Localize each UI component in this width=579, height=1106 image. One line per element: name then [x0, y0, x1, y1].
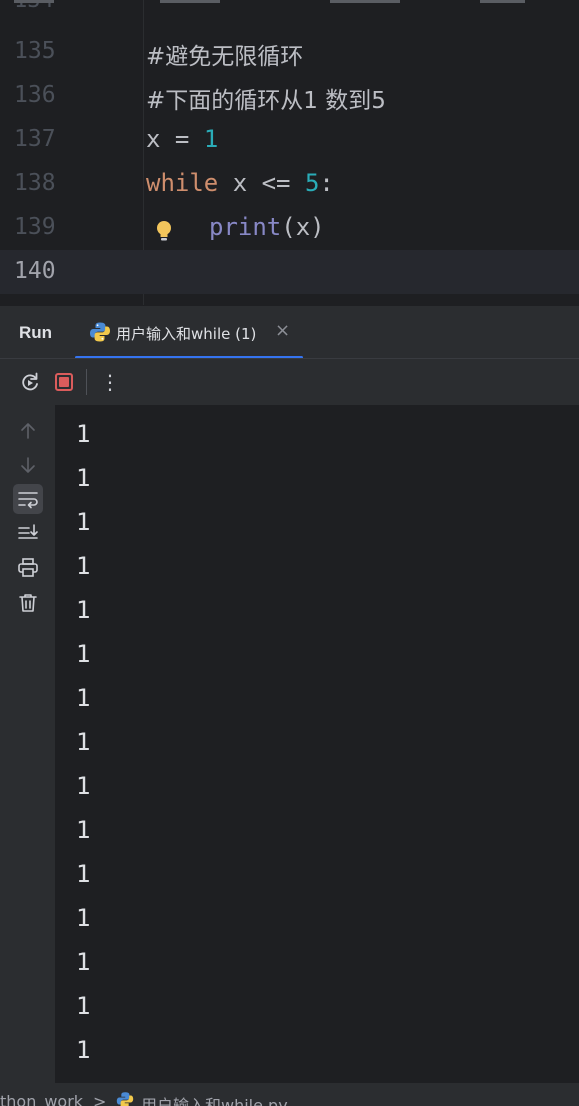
code-line[interactable]: 138 while x <= 5: [0, 162, 579, 206]
print-icon[interactable] [16, 556, 40, 580]
run-tool-window-header: Run 用户输入和while (1) × [0, 305, 579, 359]
console-output-line: 1 [76, 992, 91, 1020]
code-line-current[interactable]: 140 [0, 250, 579, 294]
code-statement: while x <= 5: [146, 169, 334, 197]
code-operator: = [160, 125, 204, 153]
soft-wrap-icon[interactable] [13, 484, 43, 514]
code-variable: x [146, 125, 161, 153]
console-output-line: 1 [76, 772, 91, 800]
breadcrumb-file[interactable]: 用户输入和while.py [141, 1092, 288, 1106]
console-output-line: 1 [76, 948, 91, 976]
console-output-line: 1 [76, 684, 91, 712]
code-keyword: while [146, 169, 219, 197]
console-output-line: 1 [76, 1036, 91, 1064]
code-line[interactable]: 139 print(x) [0, 206, 579, 250]
console-output-line: 1 [76, 640, 91, 668]
console-output[interactable]: 1 1 1 1 1 1 1 1 1 1 1 1 1 1 1 [55, 405, 579, 1083]
code-statement: print(x) [209, 213, 325, 241]
breadcrumb-separator: > [93, 1092, 107, 1106]
line-number: 135 [14, 38, 56, 64]
code-number: 5 [304, 169, 320, 197]
console-output-line: 1 [76, 596, 91, 624]
code-arguments: (x) [281, 213, 325, 241]
code-line[interactable]: 136 #下面的循环从1 数到5 [0, 74, 579, 118]
top-scroll-mark [14, 0, 54, 3]
toolbar-separator [86, 369, 87, 395]
code-editor[interactable]: 134 135 #避免无限循环 136 #下面的循环从1 数到5 137 x =… [0, 0, 579, 305]
breadcrumb-project[interactable]: thon_work [0, 1092, 83, 1106]
line-number: 139 [14, 214, 56, 240]
code-statement: x = 1 [146, 125, 218, 153]
line-number: 138 [14, 170, 56, 196]
console-output-line: 1 [76, 860, 91, 888]
run-panel-title: Run [19, 323, 53, 342]
code-line[interactable]: 135 #避免无限循环 [0, 30, 579, 74]
console-output-line: 1 [76, 904, 91, 932]
trash-icon[interactable] [16, 591, 40, 615]
code-comment: #避免无限循环 [146, 44, 304, 70]
arrow-up-icon[interactable] [16, 419, 40, 443]
top-scroll-mark [160, 0, 220, 3]
console-output-line: 1 [76, 464, 91, 492]
code-punctuation: : [319, 169, 334, 197]
code-builtin: print [209, 213, 282, 241]
python-icon [116, 1092, 134, 1106]
lightbulb-icon[interactable] [155, 219, 173, 243]
close-icon[interactable]: × [275, 320, 290, 341]
code-comment: #下面的循环从1 数到5 [146, 88, 386, 114]
console-output-line: 1 [76, 508, 91, 536]
code-condition: x <= [218, 169, 305, 197]
line-number: 136 [14, 82, 56, 108]
run-toolbar: ⋮ [0, 358, 579, 406]
python-icon [90, 322, 110, 342]
run-tab-label: 用户输入和while (1) [116, 325, 257, 343]
scroll-to-end-icon[interactable] [16, 521, 40, 545]
code-line[interactable]: 137 x = 1 [0, 118, 579, 162]
console-output-line: 1 [76, 552, 91, 580]
top-scroll-mark [480, 0, 525, 3]
stop-icon[interactable] [53, 371, 75, 393]
console-output-line: 1 [76, 816, 91, 844]
line-number: 137 [14, 126, 56, 152]
console-side-toolbar [0, 405, 55, 1083]
console-output-line: 1 [76, 420, 91, 448]
line-number: 140 [14, 258, 56, 284]
code-number: 1 [203, 125, 219, 153]
rerun-icon[interactable] [19, 371, 41, 393]
top-scroll-mark [330, 0, 400, 3]
run-config-tab[interactable]: 用户输入和while (1) × [75, 306, 303, 359]
console-output-line: 1 [76, 728, 91, 756]
arrow-down-icon[interactable] [16, 453, 40, 477]
status-bar: thon_work > 用户输入和while.py [0, 1083, 579, 1106]
more-options-icon[interactable]: ⋮ [99, 370, 121, 394]
